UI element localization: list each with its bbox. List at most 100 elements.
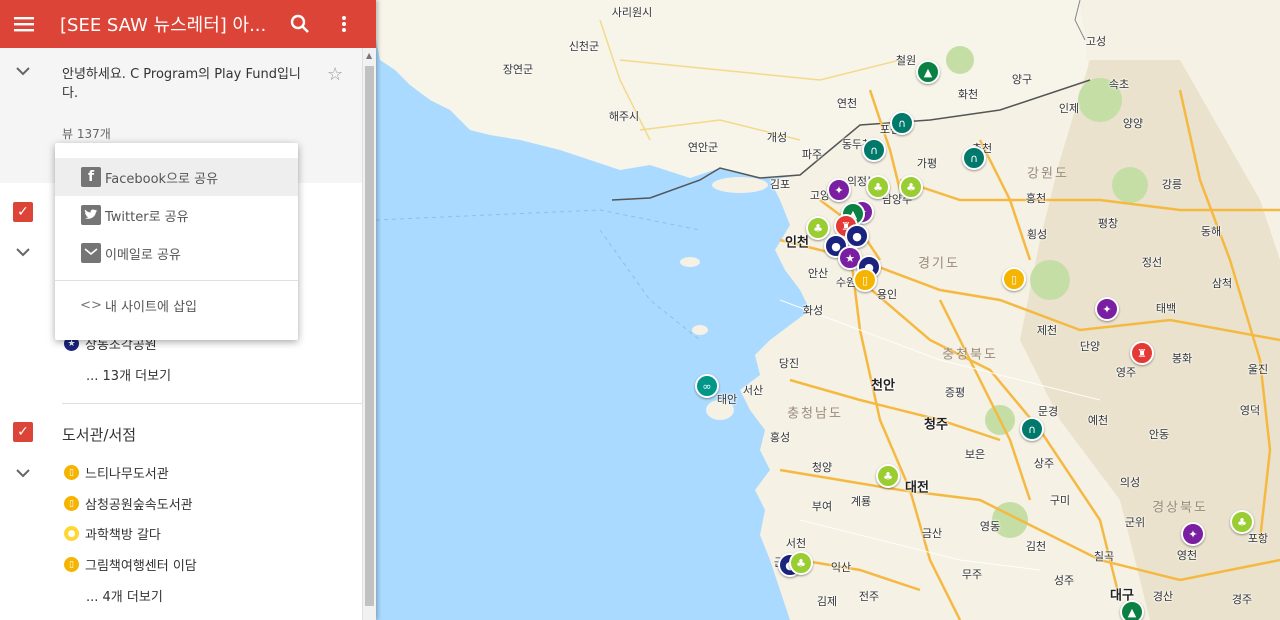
map-label-jecheon: 제천 bbox=[1036, 324, 1058, 337]
chevron-down-icon[interactable] bbox=[16, 64, 30, 80]
twitter-icon bbox=[81, 205, 101, 225]
layer-2: ✓ 도서관/서점 ▯ 느티나무도서관 ▯ 삼청공원숲속도서관 ● 과학책방 갈다 bbox=[0, 418, 362, 620]
map-label-paju: 파주 bbox=[801, 148, 823, 161]
book-icon: ▯ bbox=[64, 496, 79, 511]
map-marker-palm-icon[interactable]: ♣ bbox=[789, 551, 813, 575]
map-label-inje: 인제 bbox=[1058, 102, 1080, 115]
list-item-label: 과학책방 갈다 bbox=[85, 528, 161, 543]
map-marker-binoculars-icon[interactable]: ∞ bbox=[695, 374, 719, 398]
share-email-label: 이메일로 공유 bbox=[105, 247, 181, 263]
map-label-uiseong: 의성 bbox=[1119, 476, 1141, 489]
map-label-gunwi: 군위 bbox=[1124, 516, 1146, 529]
map-marker-arch-icon[interactable]: ∩ bbox=[1020, 417, 1044, 441]
map-marker-book-icon[interactable]: ▯ bbox=[1002, 267, 1026, 291]
map-marker-palm-icon[interactable]: ♣ bbox=[876, 464, 900, 488]
divider bbox=[55, 280, 298, 281]
code-icon: <> bbox=[80, 297, 102, 313]
map-label-geumsan: 금산 bbox=[921, 527, 943, 540]
map-label-gapyeong: 가평 bbox=[916, 157, 938, 170]
map-label-jeonju: 전주 bbox=[858, 590, 880, 603]
show-more-link[interactable]: ... 4개 더보기 bbox=[86, 586, 163, 605]
show-more-link[interactable]: ... 13개 더보기 bbox=[86, 365, 171, 384]
map-marker-tree-icon[interactable]: ▲ bbox=[916, 60, 940, 84]
map-marker-palm-icon[interactable]: ♣ bbox=[806, 216, 830, 240]
book-icon: ▯ bbox=[64, 465, 79, 480]
map-marker-book-icon[interactable]: ▯ bbox=[853, 268, 877, 292]
map-label-gyeonggi: 경기도 bbox=[918, 256, 960, 272]
map-label-samcheok: 삼척 bbox=[1211, 277, 1233, 290]
list-item-label: 삼청공원숲속도서관 bbox=[85, 498, 193, 513]
chevron-down-icon[interactable] bbox=[16, 245, 30, 261]
map-marker-arch-icon[interactable]: ∩ bbox=[962, 146, 986, 170]
map-marker-telescope-icon[interactable]: ✦ bbox=[827, 178, 851, 202]
share-twitter-item[interactable]: Twitter로 공유 bbox=[55, 196, 298, 234]
map-label-gumi: 구미 bbox=[1049, 494, 1071, 507]
map-marker-dot-icon[interactable]: ● bbox=[845, 224, 869, 248]
map-marker-tree-icon[interactable]: ▲ bbox=[1120, 600, 1144, 620]
map-label-sangju: 상주 bbox=[1033, 457, 1055, 470]
map-label-sincheon: 신천군 bbox=[568, 40, 600, 53]
map-label-yeoncheon: 연천 bbox=[836, 97, 858, 110]
map-marker-palm-icon[interactable]: ♣ bbox=[866, 175, 890, 199]
layer-2-title[interactable]: 도서관/서점 bbox=[62, 424, 136, 445]
map-label-chungnam: 충청남도 bbox=[787, 406, 843, 422]
layer-2-checkbox[interactable]: ✓ bbox=[13, 422, 33, 442]
list-item[interactable]: ▯ 느티나무도서관 bbox=[64, 463, 169, 482]
map-marker-arch-icon[interactable]: ∩ bbox=[890, 111, 914, 135]
email-icon bbox=[81, 243, 101, 263]
map-description: 안녕하세요. C Program의 Play Fund입니다. bbox=[62, 67, 301, 101]
map-label-goseong: 고성 bbox=[1085, 35, 1107, 48]
view-count: 뷰 137개 bbox=[62, 127, 111, 141]
search-icon[interactable] bbox=[278, 0, 322, 48]
map-label-gyeongsan: 경산 bbox=[1152, 590, 1174, 603]
map-label-hwaseong: 화성 bbox=[802, 304, 824, 317]
chevron-down-icon[interactable] bbox=[16, 466, 30, 482]
map-label-uljin: 울진 bbox=[1247, 363, 1269, 376]
map-marker-palm-icon[interactable]: ♣ bbox=[899, 175, 923, 199]
map-label-donghae: 동해 bbox=[1200, 225, 1222, 238]
layer-1-checkbox[interactable]: ✓ bbox=[13, 202, 33, 222]
map-marker-arch-icon[interactable]: ∩ bbox=[862, 138, 886, 162]
menu-icon[interactable] bbox=[0, 0, 48, 48]
map-label-ansan: 안산 bbox=[807, 267, 829, 280]
map-label-incheon: 인천 bbox=[785, 235, 809, 251]
scroll-up-icon[interactable]: ▲ bbox=[366, 51, 372, 60]
facebook-icon: f bbox=[81, 167, 101, 187]
map-marker-telescope-icon[interactable]: ✦ bbox=[1181, 522, 1205, 546]
map-marker-telescope-icon[interactable]: ✦ bbox=[1095, 297, 1119, 321]
map-label-yecheon: 예천 bbox=[1087, 414, 1109, 427]
map-label-pohang: 포항 bbox=[1247, 532, 1269, 545]
map-label-yeongdong: 영동 bbox=[979, 520, 1001, 533]
map-label-yongin: 용인 bbox=[876, 288, 898, 301]
share-facebook-item[interactable]: f Facebook으로 공유 bbox=[55, 158, 298, 196]
map-label-yeonan: 연안군 bbox=[687, 141, 719, 154]
share-email-item[interactable]: 이메일로 공유 bbox=[55, 234, 298, 272]
map-label-seosan: 서산 bbox=[742, 384, 764, 397]
list-item[interactable]: ● 과학책방 갈다 bbox=[64, 524, 161, 543]
map-label-cheonan: 천안 bbox=[871, 378, 895, 394]
embed-item[interactable]: <> 내 사이트에 삽입 bbox=[55, 286, 298, 324]
list-item[interactable]: ▯ 삼청공원숲속도서관 bbox=[64, 494, 193, 513]
scrollbar[interactable]: ▲ bbox=[362, 48, 376, 620]
map-label-muju: 무주 bbox=[961, 568, 983, 581]
list-item[interactable]: ▯ 그림책여행센터 이담 bbox=[64, 555, 197, 574]
map-label-gimcheon: 김천 bbox=[1025, 540, 1047, 553]
share-twitter-label: Twitter로 공유 bbox=[105, 209, 189, 225]
map-label-jangyeon: 장연군 bbox=[502, 63, 534, 76]
map-label-cheongju: 청주 bbox=[924, 417, 948, 433]
map-label-cheongyang: 청양 bbox=[811, 461, 833, 474]
star-icon[interactable]: ☆ bbox=[327, 64, 343, 85]
map-marker-castle-icon[interactable]: ♜ bbox=[1130, 341, 1154, 365]
map-label-yangyang: 양양 bbox=[1122, 117, 1144, 130]
map-label-bonghwa: 봉화 bbox=[1171, 352, 1193, 365]
map-label-yeongcheon: 영천 bbox=[1176, 549, 1198, 562]
map-label-danyang: 단양 bbox=[1079, 340, 1101, 353]
map-title[interactable]: [SEE SAW 뉴스레터] 아... bbox=[48, 11, 278, 37]
divider bbox=[62, 403, 362, 404]
map-label-hoengseong: 횡성 bbox=[1026, 228, 1048, 241]
map-label-seongju: 성주 bbox=[1053, 574, 1075, 587]
map-label-gimje: 김제 bbox=[816, 595, 838, 608]
map-marker-palm-icon[interactable]: ♣ bbox=[1230, 510, 1254, 534]
scrollbar-thumb[interactable] bbox=[365, 66, 374, 606]
more-vert-icon[interactable] bbox=[322, 0, 366, 48]
